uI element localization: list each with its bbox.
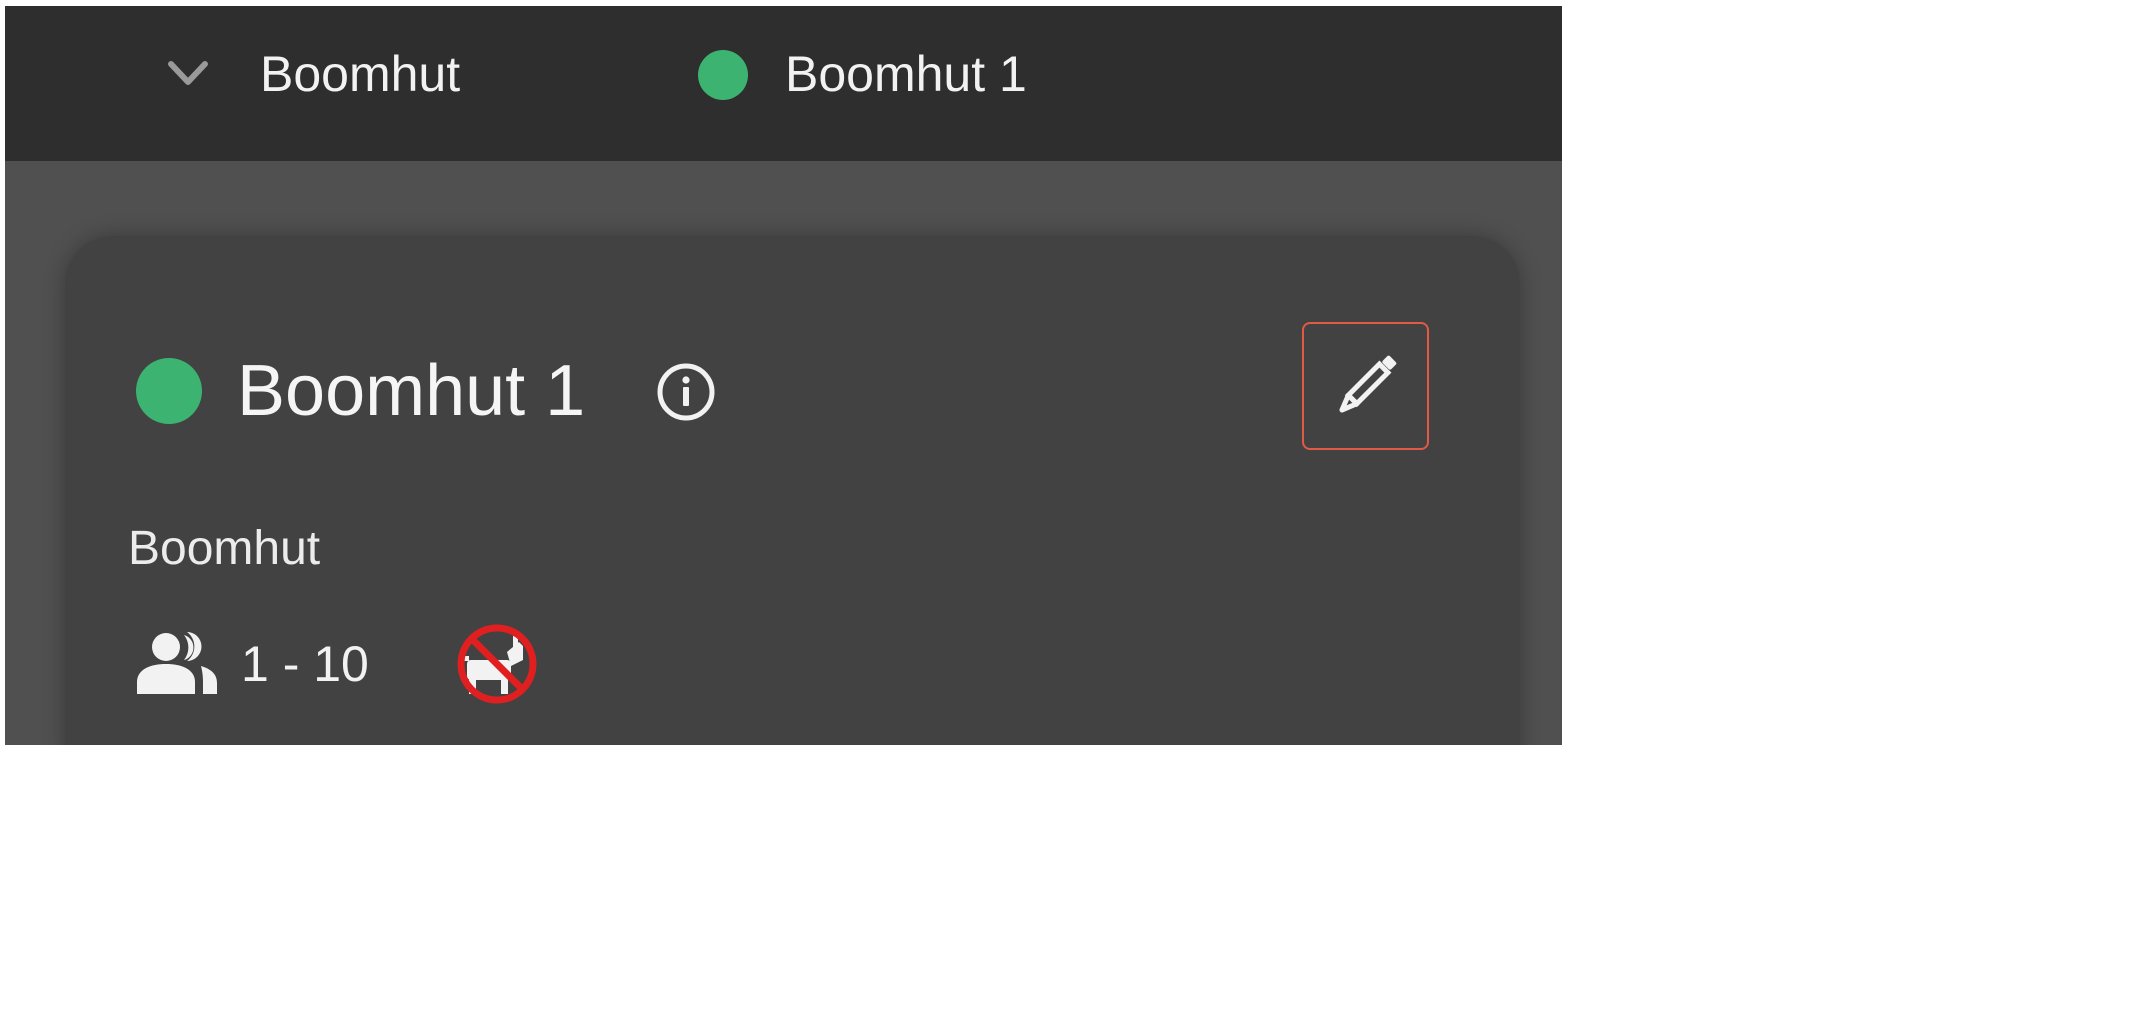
breadcrumb-current: Boomhut 1 [785, 46, 1027, 102]
people-icon [137, 632, 217, 694]
status-dot [136, 358, 202, 424]
pencil-icon [1338, 355, 1396, 413]
top-bar: Boomhut Boomhut 1 [5, 6, 1562, 161]
accommodation-card: Boomhut 1 Boomhut 1 - 10 [65, 236, 1520, 745]
no-pets-icon [457, 624, 537, 704]
status-dot [698, 50, 748, 100]
app-frame: Boomhut Boomhut 1 Boomhut 1 Boomhut 1 - … [5, 6, 1562, 745]
breadcrumb-parent[interactable]: Boomhut [260, 44, 460, 104]
card-title: Boomhut 1 [237, 351, 586, 431]
accommodation-type: Boomhut [128, 522, 321, 575]
info-circle-icon[interactable] [655, 361, 717, 423]
capacity-range: 1 - 10 [241, 636, 369, 692]
chevron-down-icon[interactable] [163, 54, 213, 94]
edit-button[interactable] [1302, 322, 1429, 450]
